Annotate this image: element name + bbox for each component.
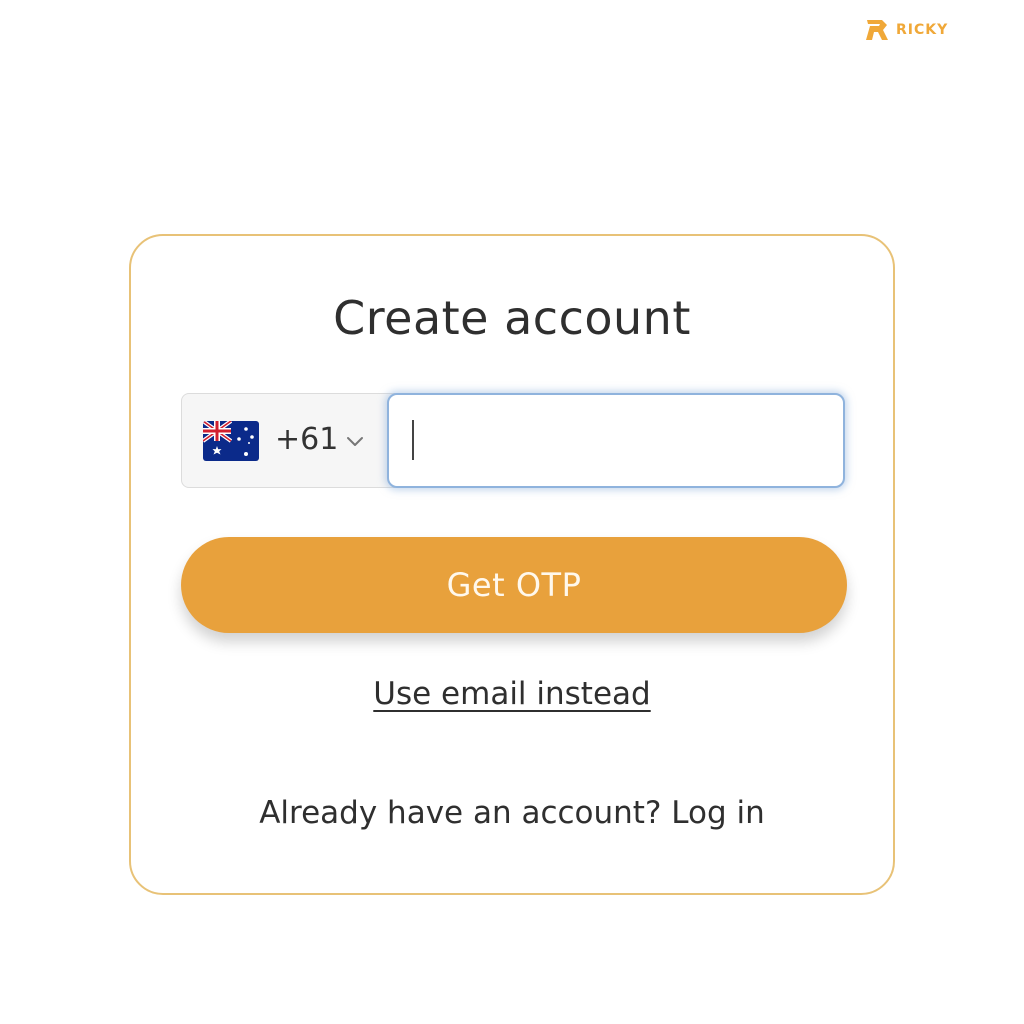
use-email-link[interactable]: Use email instead — [373, 676, 650, 712]
phone-number-row: +61 — [181, 393, 847, 488]
login-prompt-text: Already have an account? — [259, 795, 662, 831]
australia-flag-icon — [203, 421, 259, 461]
ricky-logo-icon — [866, 20, 888, 40]
text-caret — [412, 420, 414, 460]
get-otp-button[interactable]: Get OTP — [181, 537, 847, 633]
login-prompt-row: Already have an account? Log in — [131, 795, 893, 831]
phone-number-input[interactable] — [387, 393, 845, 488]
page-title: Create account — [333, 291, 691, 345]
login-link[interactable]: Log in — [671, 795, 764, 831]
country-code-select[interactable]: +61 — [181, 393, 395, 488]
chevron-down-icon — [347, 437, 363, 446]
use-email-row: Use email instead — [131, 676, 893, 712]
dial-code: +61 — [275, 422, 339, 457]
brand-logo: RICKY — [864, 18, 948, 42]
brand-name: RICKY — [896, 22, 949, 38]
page: RICKY Create account +61 Get OTP Use ema… — [0, 0, 1024, 1024]
signup-card: Create account +61 Get OTP Use email ins… — [129, 234, 895, 895]
